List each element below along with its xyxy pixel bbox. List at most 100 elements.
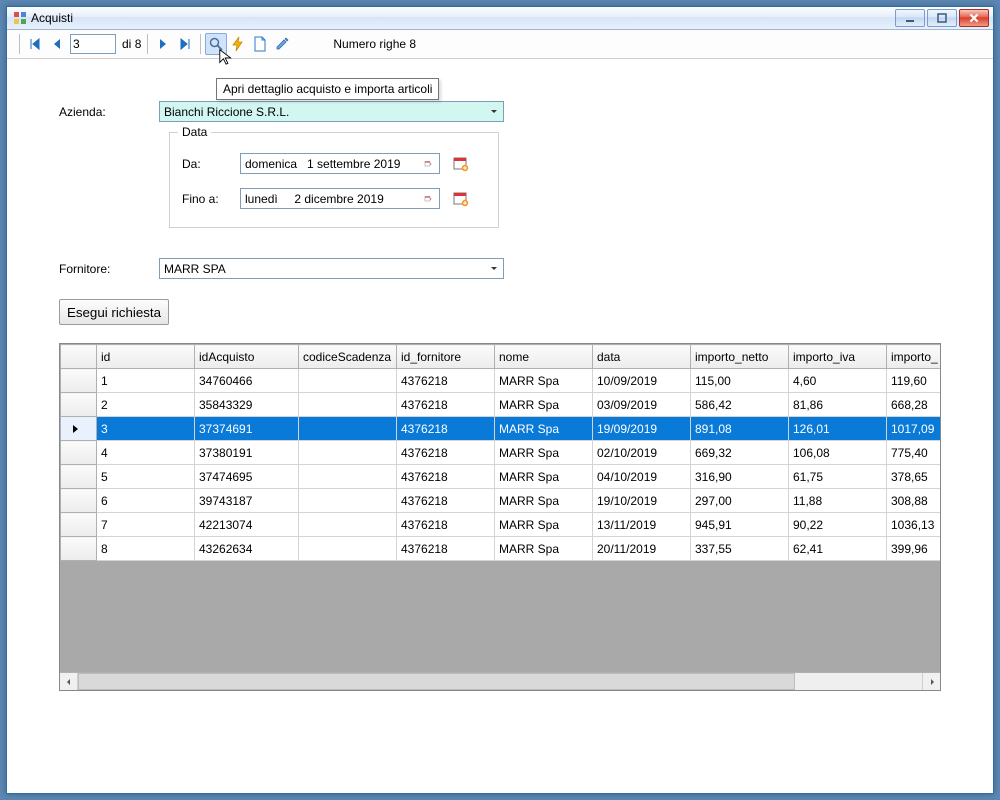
- azienda-combo[interactable]: Bianchi Riccione S.R.L.: [159, 101, 504, 122]
- table-row[interactable]: 2358433294376218MARR Spa03/09/2019586,42…: [61, 393, 941, 417]
- cell-idAcquisto[interactable]: 35843329: [195, 393, 299, 417]
- cell-idAcquisto[interactable]: 34760466: [195, 369, 299, 393]
- eyedropper-icon[interactable]: [271, 33, 293, 55]
- chevron-down-icon[interactable]: [485, 260, 502, 277]
- cell-nome[interactable]: MARR Spa: [495, 537, 593, 561]
- calendar-action-icon[interactable]: [452, 155, 470, 173]
- cell-importo_iva[interactable]: 61,75: [789, 465, 887, 489]
- cell-id[interactable]: 4: [97, 441, 195, 465]
- cell-importo[interactable]: 1017,09: [887, 417, 941, 441]
- cell-data[interactable]: 20/11/2019: [593, 537, 691, 561]
- table-row[interactable]: 6397431874376218MARR Spa19/10/2019297,00…: [61, 489, 941, 513]
- row-header[interactable]: [61, 369, 97, 393]
- cell-data[interactable]: 04/10/2019: [593, 465, 691, 489]
- titlebar[interactable]: Acquisti: [7, 7, 993, 30]
- row-header[interactable]: [61, 465, 97, 489]
- cell-data[interactable]: 19/10/2019: [593, 489, 691, 513]
- cell-importo[interactable]: 399,96: [887, 537, 941, 561]
- row-header[interactable]: [61, 489, 97, 513]
- cell-importo_netto[interactable]: 316,90: [691, 465, 789, 489]
- cell-importo_netto[interactable]: 669,32: [691, 441, 789, 465]
- col-importo[interactable]: importo_: [887, 345, 941, 369]
- row-header[interactable]: [61, 537, 97, 561]
- cell-nome[interactable]: MARR Spa: [495, 369, 593, 393]
- table-row[interactable]: 5374746954376218MARR Spa04/10/2019316,90…: [61, 465, 941, 489]
- document-icon[interactable]: [249, 33, 271, 55]
- cell-id_fornitore[interactable]: 4376218: [397, 513, 495, 537]
- scroll-thumb[interactable]: [78, 673, 795, 690]
- cell-nome[interactable]: MARR Spa: [495, 513, 593, 537]
- col-importo_netto[interactable]: importo_netto: [691, 345, 789, 369]
- calendar-dropdown-icon[interactable]: [418, 190, 438, 207]
- cell-importo_iva[interactable]: 90,22: [789, 513, 887, 537]
- scroll-left-icon[interactable]: [60, 673, 78, 690]
- cell-importo_netto[interactable]: 297,00: [691, 489, 789, 513]
- execute-button[interactable]: Esegui richiesta: [59, 299, 169, 325]
- cell-importo_iva[interactable]: 4,60: [789, 369, 887, 393]
- nav-next-icon[interactable]: [152, 33, 174, 55]
- col-id[interactable]: id: [97, 345, 195, 369]
- cell-id_fornitore[interactable]: 4376218: [397, 369, 495, 393]
- close-button[interactable]: [959, 9, 989, 27]
- cell-codiceScadenza[interactable]: [299, 537, 397, 561]
- row-header[interactable]: [61, 393, 97, 417]
- cell-id[interactable]: 7: [97, 513, 195, 537]
- scroll-right-icon[interactable]: [922, 673, 940, 690]
- row-header-corner[interactable]: [61, 345, 97, 369]
- cell-idAcquisto[interactable]: 42213074: [195, 513, 299, 537]
- chevron-down-icon[interactable]: [485, 103, 502, 120]
- cell-codiceScadenza[interactable]: [299, 393, 397, 417]
- calendar-dropdown-icon[interactable]: [418, 155, 438, 172]
- cell-data[interactable]: 02/10/2019: [593, 441, 691, 465]
- fornitore-combo[interactable]: MARR SPA: [159, 258, 504, 279]
- cell-nome[interactable]: MARR Spa: [495, 465, 593, 489]
- cell-codiceScadenza[interactable]: [299, 369, 397, 393]
- cell-importo_iva[interactable]: 81,86: [789, 393, 887, 417]
- cell-importo[interactable]: 668,28: [887, 393, 941, 417]
- fino-date-input[interactable]: lunedì 2 dicembre 2019: [240, 188, 440, 209]
- cell-importo_netto[interactable]: 115,00: [691, 369, 789, 393]
- cell-id[interactable]: 6: [97, 489, 195, 513]
- data-grid[interactable]: id idAcquisto codiceScadenza id_fornitor…: [59, 343, 941, 691]
- col-id_fornitore[interactable]: id_fornitore: [397, 345, 495, 369]
- cell-data[interactable]: 13/11/2019: [593, 513, 691, 537]
- cell-nome[interactable]: MARR Spa: [495, 393, 593, 417]
- table-row[interactable]: 7422130744376218MARR Spa13/11/2019945,91…: [61, 513, 941, 537]
- col-codiceScadenza[interactable]: codiceScadenza: [299, 345, 397, 369]
- table-row[interactable]: 134760466 4376218MARR Spa10/09/2019115,00…: [61, 369, 941, 393]
- cell-importo_iva[interactable]: 126,01: [789, 417, 887, 441]
- cell-codiceScadenza[interactable]: [299, 465, 397, 489]
- cell-codiceScadenza[interactable]: [299, 417, 397, 441]
- cell-data[interactable]: 10/09/2019: [593, 369, 691, 393]
- cell-importo_iva[interactable]: 62,41: [789, 537, 887, 561]
- col-nome[interactable]: nome: [495, 345, 593, 369]
- cell-id_fornitore[interactable]: 4376218: [397, 537, 495, 561]
- cell-importo[interactable]: 1036,13: [887, 513, 941, 537]
- row-header[interactable]: [61, 417, 97, 441]
- cell-importo_iva[interactable]: 11,88: [789, 489, 887, 513]
- minimize-button[interactable]: [895, 9, 925, 27]
- cell-data[interactable]: 03/09/2019: [593, 393, 691, 417]
- nav-prev-icon[interactable]: [46, 33, 68, 55]
- cell-importo_netto[interactable]: 337,55: [691, 537, 789, 561]
- cell-nome[interactable]: MARR Spa: [495, 489, 593, 513]
- cell-id[interactable]: 2: [97, 393, 195, 417]
- cell-id_fornitore[interactable]: 4376218: [397, 489, 495, 513]
- cell-id_fornitore[interactable]: 4376218: [397, 441, 495, 465]
- cell-importo_netto[interactable]: 891,08: [691, 417, 789, 441]
- cell-idAcquisto[interactable]: 37380191: [195, 441, 299, 465]
- horizontal-scrollbar[interactable]: [60, 672, 940, 690]
- cell-idAcquisto[interactable]: 37374691: [195, 417, 299, 441]
- cell-id_fornitore[interactable]: 4376218: [397, 465, 495, 489]
- cell-id[interactable]: 1: [97, 369, 195, 393]
- da-date-input[interactable]: domenica 1 settembre 2019: [240, 153, 440, 174]
- col-idAcquisto[interactable]: idAcquisto: [195, 345, 299, 369]
- table-row[interactable]: 3373746914376218MARR Spa19/09/2019891,08…: [61, 417, 941, 441]
- cell-id[interactable]: 8: [97, 537, 195, 561]
- col-importo_iva[interactable]: importo_iva: [789, 345, 887, 369]
- row-header[interactable]: [61, 513, 97, 537]
- cell-importo[interactable]: 308,88: [887, 489, 941, 513]
- cell-codiceScadenza[interactable]: [299, 489, 397, 513]
- cell-importo_netto[interactable]: 586,42: [691, 393, 789, 417]
- cell-importo[interactable]: 775,40: [887, 441, 941, 465]
